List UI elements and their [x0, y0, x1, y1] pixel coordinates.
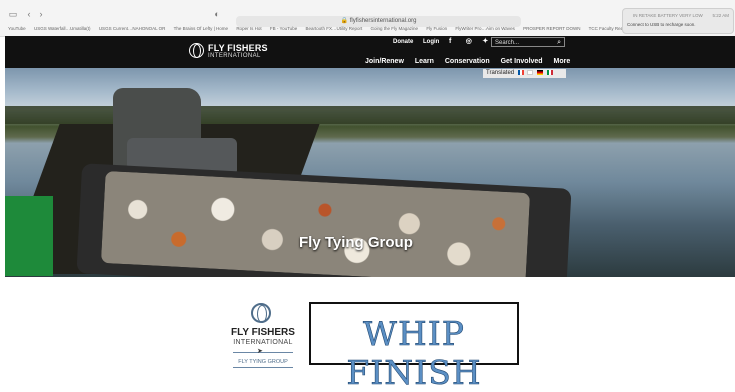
- search-icon[interactable]: ⌕: [557, 38, 561, 48]
- bookmark-item[interactable]: Going the Fly Magazine: [371, 26, 419, 31]
- japanese-flag-icon[interactable]: [527, 69, 534, 75]
- site-header: FLY FISHERS INTERNATIONAL Donate Login f…: [5, 36, 735, 68]
- search-input[interactable]: Search... ⌕: [491, 37, 565, 47]
- content-section: FLY FISHERS INTERNATIONAL ➤ FLY TYING GR…: [5, 277, 735, 392]
- french-flag-icon[interactable]: [517, 69, 524, 75]
- bookmark-item[interactable]: PROSPER REPORT DOWN: [523, 26, 580, 31]
- german-flag-icon[interactable]: [537, 69, 544, 75]
- bookmark-item[interactable]: FB - YouTube: [270, 26, 297, 31]
- divider: [233, 367, 293, 368]
- address-text: flyfishersinternational.org: [349, 18, 417, 24]
- divider: [233, 352, 293, 353]
- site-logo[interactable]: FLY FISHERS INTERNATIONAL: [189, 42, 269, 62]
- italian-flag-icon[interactable]: [546, 69, 553, 75]
- ff-logo-line2: INTERNATIONAL: [233, 339, 293, 346]
- translate-widget[interactable]: Translated: [483, 69, 566, 78]
- whip-finish-banner: WHIP FINISH: [309, 302, 519, 392]
- fly-icon: ➤: [257, 348, 263, 355]
- nav-join-renew[interactable]: Join/Renew: [365, 58, 404, 65]
- battery-notification[interactable]: IN RETAKE BATTERY VERY LOW 5:22 AM Conne…: [622, 8, 734, 34]
- forward-icon[interactable]: ›: [36, 9, 46, 19]
- facebook-icon[interactable]: f: [449, 38, 456, 45]
- nav-more[interactable]: More: [554, 58, 571, 65]
- hero-banner: Translated Fly Tying Group: [5, 68, 735, 277]
- nav-learn[interactable]: Learn: [415, 58, 434, 65]
- bookmark-item[interactable]: Beartooth FX…Utility Report: [305, 26, 362, 31]
- translated-label: Translated: [486, 70, 515, 76]
- browser-chrome: ▭ ‹ › ◐ 🔒 flyfishersinternational.org Yo…: [0, 0, 735, 37]
- logo-line1: FLY FISHERS: [208, 43, 268, 53]
- bookmark-item[interactable]: Fly Fusion: [426, 26, 447, 31]
- lock-icon: 🔒: [340, 18, 349, 24]
- sidebar-toggle-icon[interactable]: ▭: [8, 9, 18, 19]
- donate-link[interactable]: Donate: [393, 39, 413, 45]
- nav-get-involved[interactable]: Get Involved: [501, 58, 543, 65]
- search-placeholder: Search...: [495, 40, 520, 46]
- ff-logo-line1: FLY FISHERS: [231, 327, 295, 338]
- bookmark-item[interactable]: FlyWriter Pro…Aim on Waves: [455, 26, 515, 31]
- instagram-icon[interactable]: ◎: [466, 38, 473, 45]
- notification-title: IN RETAKE BATTERY VERY LOW: [633, 13, 703, 18]
- twitter-icon[interactable]: ✦: [482, 38, 489, 45]
- green-container: [5, 196, 53, 276]
- fly-tying-group-logo: FLY FISHERS INTERNATIONAL ➤ FLY TYING GR…: [227, 303, 299, 371]
- main-nav: Join/Renew Learn Conservation Get Involv…: [365, 58, 579, 65]
- bookmark-item[interactable]: USGS Current…NAHONOAL OR: [99, 26, 166, 31]
- top-links: Donate Login f ◎ ✦: [393, 38, 497, 48]
- bookmark-item[interactable]: YouTube: [8, 26, 26, 31]
- login-link[interactable]: Login: [423, 39, 439, 45]
- nav-conservation[interactable]: Conservation: [445, 58, 490, 65]
- bookmark-item[interactable]: USGS Waterfall…Umatilla(t): [34, 26, 91, 31]
- bookmarks-bar: YouTube USGS Waterfall…Umatilla(t) USGS …: [8, 26, 697, 31]
- back-icon[interactable]: ‹: [24, 9, 34, 19]
- whip-finish-title: WHIP FINISH: [346, 314, 482, 392]
- hero-title: Fly Tying Group: [299, 234, 413, 251]
- globe-icon: [189, 43, 204, 58]
- notification-time: 5:22 AM: [712, 13, 729, 18]
- globe-icon: [251, 303, 271, 323]
- notification-body: Connect to USB to recharge soon.: [627, 22, 696, 27]
- ff-logo-line3: FLY TYING GROUP: [238, 359, 288, 365]
- bookmark-item[interactable]: Roper Is Hot: [236, 26, 261, 31]
- logo-line2: INTERNATIONAL: [208, 53, 261, 59]
- shield-icon[interactable]: ◐: [212, 9, 222, 19]
- bookmark-item[interactable]: The Brains Of Lefty | Home: [174, 26, 228, 31]
